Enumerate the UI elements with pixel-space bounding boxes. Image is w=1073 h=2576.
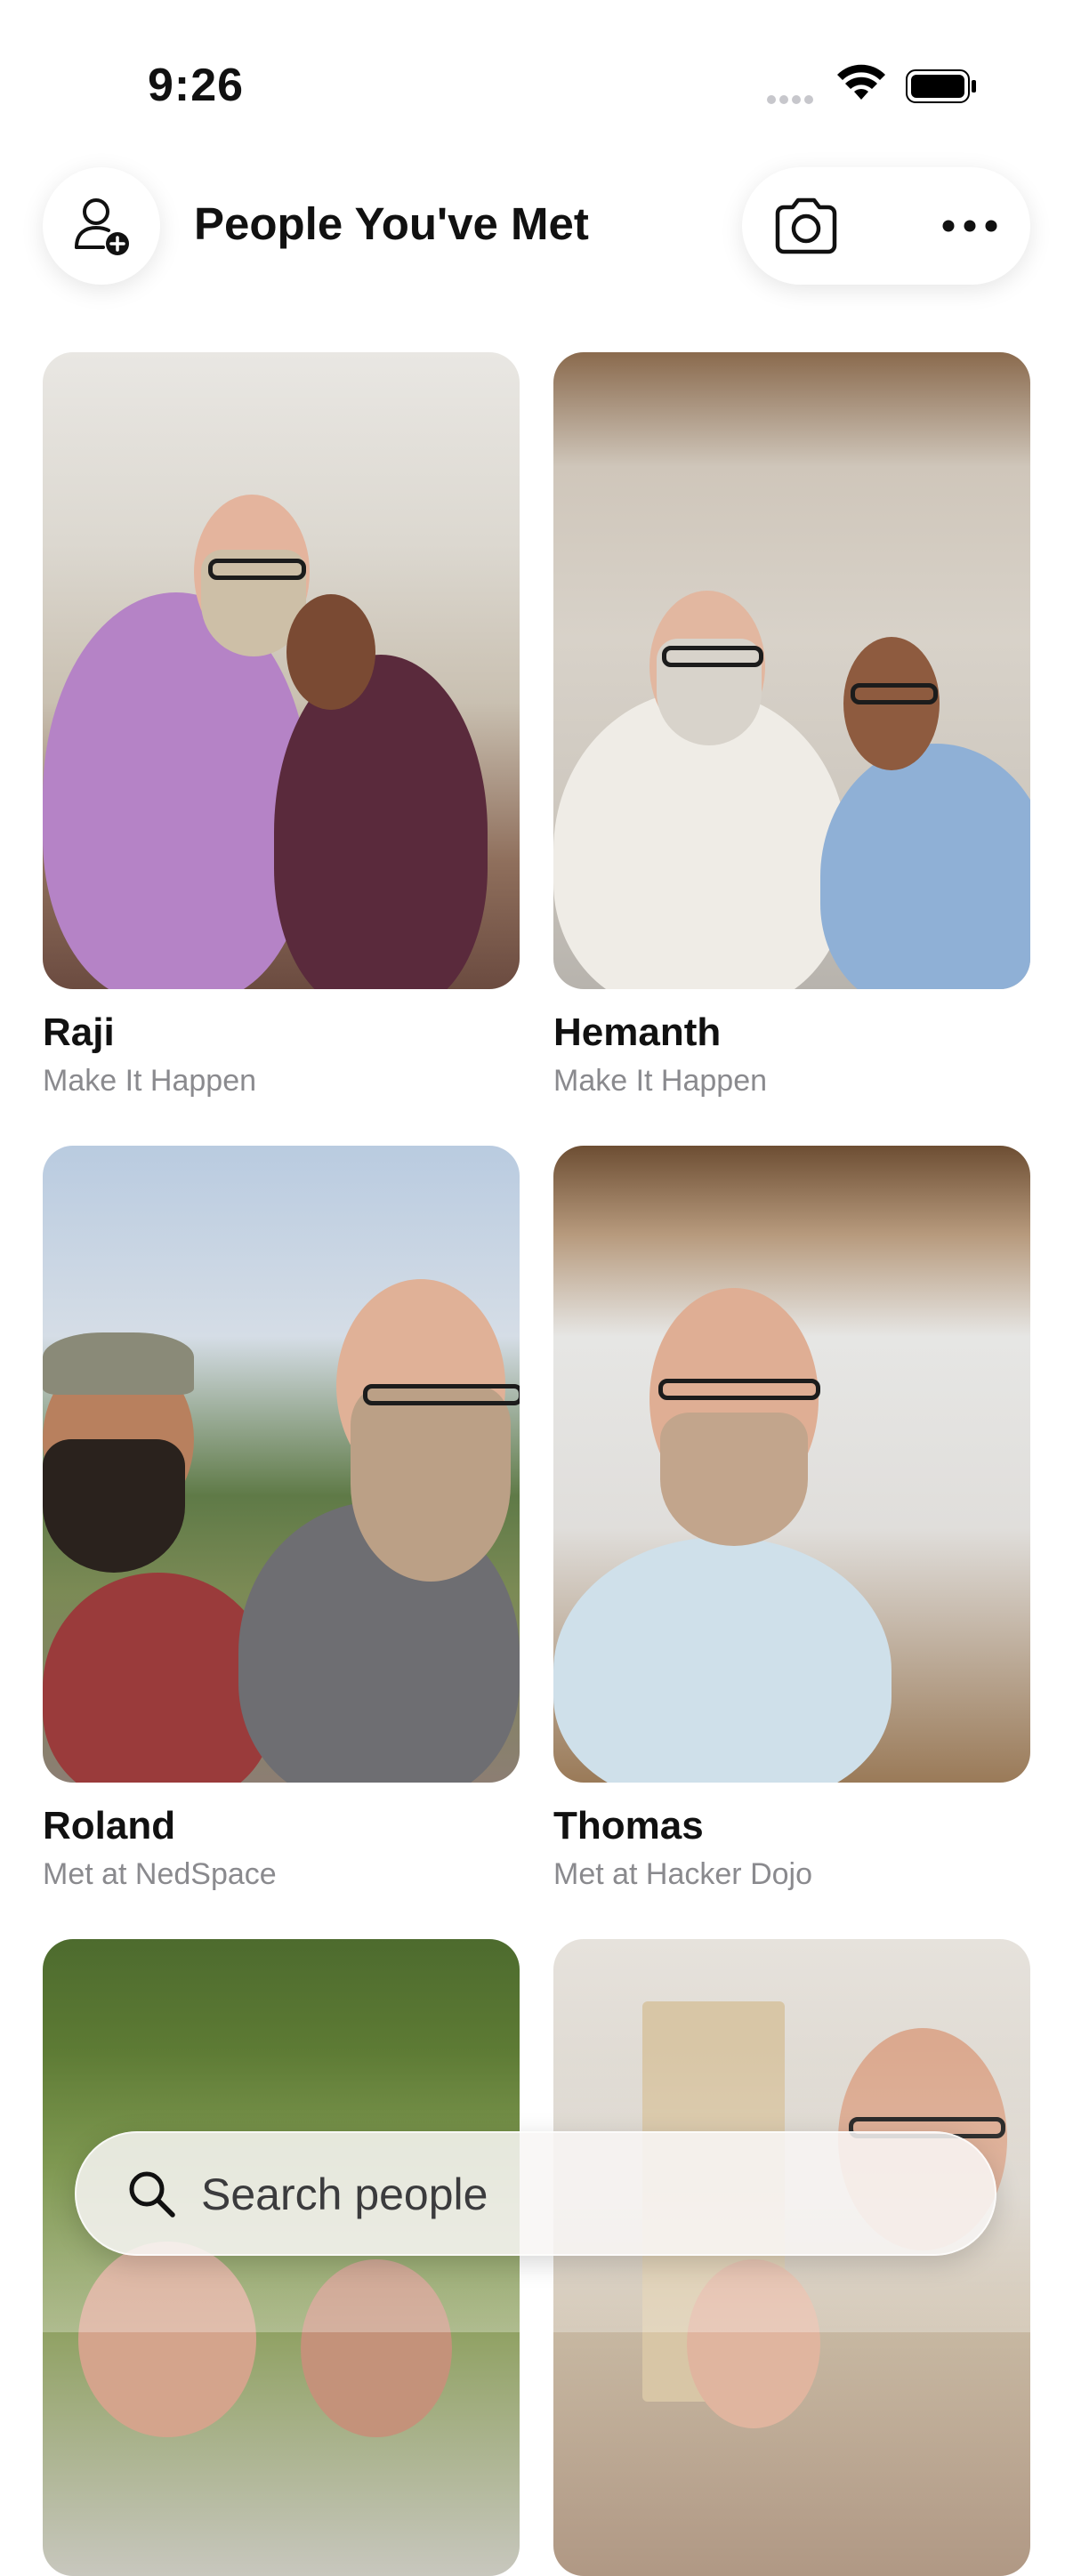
search-bar[interactable] [75,2131,996,2256]
header: People You've Met [0,160,1073,294]
search-input[interactable] [199,2158,950,2231]
person-photo [43,1939,520,2576]
add-person-icon [75,198,129,255]
wifi-icon [837,64,885,100]
person-name: Raji [43,1010,115,1054]
status-bar: 9:26 [0,0,1073,169]
search-icon [129,2171,175,2218]
status-time: 9:26 [148,60,245,111]
page-title: People You've Met [194,198,589,249]
person-card[interactable]: Thomas Met at Hacker Dojo [553,1146,1030,1891]
person-name: Hemanth [553,1010,722,1054]
header-actions [742,167,1030,285]
person-photo [553,352,1030,989]
more-icon [942,220,997,232]
person-photo [553,1939,1030,2576]
person-photo [43,1146,520,1783]
add-person-button[interactable] [43,167,160,285]
signal-icon [767,93,817,109]
person-card[interactable]: Roland Met at NedSpace [43,1146,520,1891]
battery-icon [906,69,976,103]
more-button[interactable] [934,190,1005,262]
camera-icon [775,197,837,254]
person-card[interactable]: Hemanth Make It Happen [553,352,1030,1098]
person-subtitle: Met at Hacker Dojo [553,1857,812,1891]
person-card[interactable] [553,1939,1030,2576]
camera-button[interactable] [770,190,842,262]
person-name: Thomas [553,1804,704,1847]
person-card[interactable]: Raji Make It Happen [43,352,520,1098]
person-photo [43,352,520,989]
person-name: Roland [43,1804,176,1847]
person-photo [553,1146,1030,1783]
person-subtitle: Make It Happen [43,1064,257,1098]
person-subtitle: Make It Happen [553,1064,768,1098]
person-card[interactable] [43,1939,520,2576]
person-subtitle: Met at NedSpace [43,1857,277,1891]
